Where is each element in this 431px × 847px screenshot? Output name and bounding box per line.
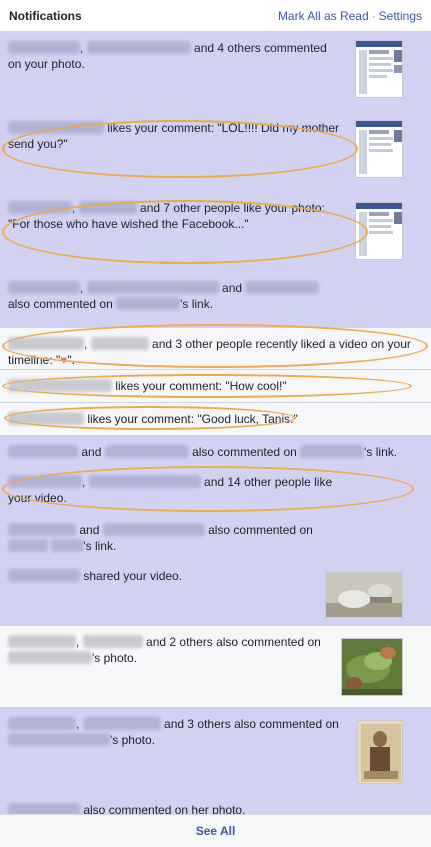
photo-thumbnail[interactable] <box>355 202 403 260</box>
blurred-name <box>300 445 365 458</box>
list-item[interactable]: , and 3 other people recently liked a vi… <box>0 328 431 370</box>
notifications-list[interactable]: , and 4 others commented on your photo. … <box>0 32 431 814</box>
video-thumbnail[interactable] <box>325 572 403 618</box>
blurred-name <box>116 297 181 310</box>
notification-text: , and 4 others commented on your photo. <box>8 41 327 71</box>
blurred-name <box>8 445 78 458</box>
notifications-footer: See All <box>0 814 431 847</box>
photo-thumbnail[interactable] <box>357 720 403 784</box>
blurred-name <box>8 733 110 746</box>
screenshot-thumbnail-icon <box>356 203 402 256</box>
blurred-name <box>8 523 76 536</box>
blurred-name <box>245 281 320 294</box>
blurred-name <box>8 539 48 552</box>
blurred-name <box>8 651 92 664</box>
list-item[interactable]: and also commented on 's link. <box>0 436 431 466</box>
notification-text: , and 3 other people recently liked a vi… <box>8 337 411 367</box>
blurred-name <box>8 41 80 54</box>
list-item[interactable]: , and 7 other people like your photo: "F… <box>0 192 431 272</box>
blurred-name <box>8 717 76 730</box>
list-item[interactable]: , and 4 others commented on your photo. <box>0 32 431 112</box>
blurred-name <box>8 635 76 648</box>
list-item[interactable]: , and 14 other people like your video. <box>0 466 431 514</box>
blurred-name <box>8 412 84 425</box>
notification-text: , and 3 others also commented on 's phot… <box>8 716 341 748</box>
list-item[interactable]: , and 2 others also commented on 's phot… <box>0 626 431 708</box>
notification-text: , and 2 others also commented on 's phot… <box>8 634 341 666</box>
blurred-name <box>8 281 80 294</box>
blurred-name <box>90 337 149 350</box>
blurred-name <box>102 523 205 536</box>
video-frame-icon <box>326 573 402 617</box>
blurred-name <box>8 201 72 214</box>
blurred-name <box>82 635 143 648</box>
notification-text: shared your video. <box>8 568 341 584</box>
settings-link[interactable]: Settings <box>379 9 422 23</box>
list-item[interactable]: and also commented on 's link. <box>0 514 431 560</box>
list-item[interactable]: likes your comment: "LOL!!!! Did my moth… <box>0 112 431 192</box>
list-item[interactable]: shared your video. <box>0 560 431 626</box>
blurred-name <box>86 281 219 294</box>
blurred-name <box>86 41 191 54</box>
blurred-name <box>8 121 104 134</box>
screenshot-thumbnail-icon <box>356 121 402 174</box>
blurred-name <box>8 569 80 582</box>
header-actions: Mark All as Read · Settings <box>278 9 422 23</box>
notification-text: likes your comment: "LOL!!!! Did my moth… <box>8 121 340 151</box>
see-all-link[interactable]: See All <box>196 824 236 838</box>
photo-thumbnail[interactable] <box>355 120 403 178</box>
blurred-name <box>88 475 201 488</box>
blurred-name <box>104 445 189 458</box>
blurred-name <box>8 803 80 814</box>
blurred-name <box>82 717 161 730</box>
blurred-name <box>8 337 84 350</box>
screenshot-thumbnail-icon <box>356 41 402 94</box>
notification-text: , and also commented on 's link. <box>8 280 341 312</box>
photo-image-icon <box>342 639 402 695</box>
list-item[interactable]: , and 3 others also commented on 's phot… <box>0 708 431 794</box>
notifications-header: Notifications Mark All as Read · Settings <box>0 0 431 32</box>
photo-thumbnail[interactable] <box>341 638 403 696</box>
blurred-name <box>8 379 112 392</box>
notification-text: likes your comment: "Good luck, Tanis." <box>8 411 417 427</box>
notification-text: , and 7 other people like your photo: "F… <box>8 201 325 231</box>
photo-thumbnail[interactable] <box>355 40 403 98</box>
list-item[interactable]: likes your comment: "Good luck, Tanis." <box>0 403 431 436</box>
blurred-name <box>8 475 82 488</box>
notification-text: likes your comment: "How cool!" <box>8 378 417 394</box>
blurred-name <box>78 201 137 214</box>
blurred-name <box>51 539 84 552</box>
notification-text: also commented on her photo. <box>8 802 341 814</box>
list-item[interactable]: likes your comment: "How cool!" <box>0 370 431 403</box>
notification-text: and also commented on 's link. <box>8 522 341 554</box>
list-item[interactable]: also commented on her photo. <box>0 794 431 814</box>
separator: · <box>371 8 376 23</box>
mark-all-read-link[interactable]: Mark All as Read <box>278 9 369 23</box>
page-title: Notifications <box>9 8 82 23</box>
list-item[interactable]: , and also commented on 's link. <box>0 272 431 328</box>
notification-text: , and 14 other people like your video. <box>8 475 333 505</box>
notification-text: and also commented on 's link. <box>8 444 417 460</box>
photo-image-icon <box>358 721 402 783</box>
